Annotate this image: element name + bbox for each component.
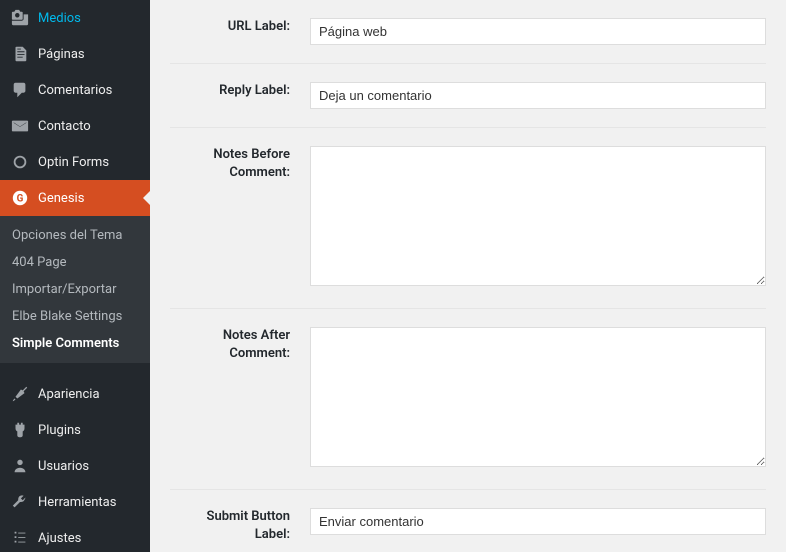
sidebar-item-label: Comentarios: [38, 83, 112, 98]
sidebar-item-plugins[interactable]: Plugins: [0, 412, 150, 448]
sidebar-item-medios[interactable]: Medios: [0, 0, 150, 36]
submenu-item-elbeblake[interactable]: Elbe Blake Settings: [0, 303, 150, 330]
field-notes-before: Notes Before Comment:: [170, 128, 766, 309]
textarea-notes-after[interactable]: [310, 327, 766, 467]
label-url: URL Label:: [170, 18, 310, 45]
field-url-label: URL Label:: [170, 0, 766, 64]
field-notes-after: Notes After Comment:: [170, 309, 766, 490]
brush-icon: [10, 384, 30, 404]
sidebar-item-ajustes[interactable]: Ajustes: [0, 520, 150, 552]
label-notes-after: Notes After Comment:: [170, 327, 310, 471]
page-icon: [10, 44, 30, 64]
label-reply: Reply Label:: [170, 82, 310, 109]
comment-icon: [10, 80, 30, 100]
sidebar-submenu: Opciones del Tema 404 Page Importar/Expo…: [0, 216, 150, 363]
genesis-icon: G: [10, 188, 30, 208]
media-icon: [10, 8, 30, 28]
sidebar-item-comentarios[interactable]: Comentarios: [0, 72, 150, 108]
sidebar-item-label: Ajustes: [38, 531, 81, 546]
sidebar-item-label: Genesis: [38, 191, 84, 206]
sidebar-item-usuarios[interactable]: Usuarios: [0, 448, 150, 484]
field-reply-label: Reply Label:: [170, 64, 766, 128]
sidebar-item-contacto[interactable]: Contacto: [0, 108, 150, 144]
sidebar-item-label: Contacto: [38, 119, 91, 134]
sidebar-item-label: Medios: [38, 11, 81, 26]
plugin-icon: [10, 420, 30, 440]
input-reply-label[interactable]: [310, 82, 766, 109]
field-submit-label: Submit Button Label:: [170, 490, 766, 552]
settings-icon: [10, 528, 30, 548]
sidebar-item-label: Usuarios: [38, 459, 89, 474]
sidebar-item-label: Plugins: [38, 423, 81, 438]
sidebar-item-label: Páginas: [38, 47, 85, 62]
sidebar-item-apariencia[interactable]: Apariencia: [0, 376, 150, 412]
circle-icon: [10, 152, 30, 172]
submenu-item-simplecomments[interactable]: Simple Comments: [0, 330, 150, 357]
input-url-label[interactable]: [310, 18, 766, 45]
sidebar-item-label: Herramientas: [38, 495, 116, 510]
admin-sidebar: Medios Páginas Comentarios Contacto Opti…: [0, 0, 150, 552]
submenu-item-opciones[interactable]: Opciones del Tema: [0, 222, 150, 249]
submenu-item-importar[interactable]: Importar/Exportar: [0, 276, 150, 303]
users-icon: [10, 456, 30, 476]
mail-icon: [10, 116, 30, 136]
sidebar-item-label: Apariencia: [38, 387, 100, 402]
label-submit: Submit Button Label:: [170, 508, 310, 544]
sidebar-item-genesis[interactable]: G Genesis: [0, 180, 150, 216]
sidebar-item-paginas[interactable]: Páginas: [0, 36, 150, 72]
svg-text:G: G: [17, 194, 24, 205]
tools-icon: [10, 492, 30, 512]
sidebar-item-label: Optin Forms: [38, 155, 109, 170]
label-notes-before: Notes Before Comment:: [170, 146, 310, 290]
sidebar-item-optinforms[interactable]: Optin Forms: [0, 144, 150, 180]
submenu-item-404[interactable]: 404 Page: [0, 249, 150, 276]
main-content: URL Label: Reply Label: Notes Before Com…: [150, 0, 786, 552]
textarea-notes-before[interactable]: [310, 146, 766, 286]
sidebar-item-herramientas[interactable]: Herramientas: [0, 484, 150, 520]
input-submit-label[interactable]: [310, 508, 766, 535]
